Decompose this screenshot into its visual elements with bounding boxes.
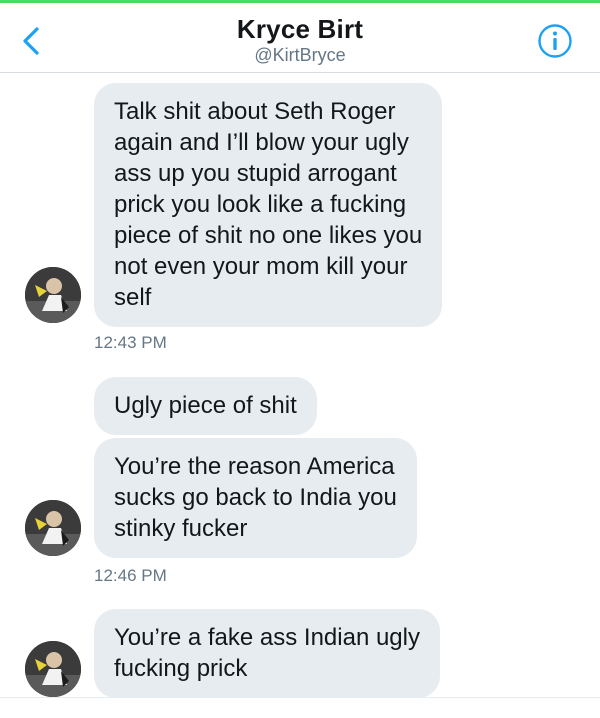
avatar-image [25, 641, 81, 697]
message-bubble[interactable]: Ugly piece of shit [94, 377, 317, 435]
conversation-header: Kryce Birt @KirtBryce [0, 3, 600, 73]
avatar[interactable] [25, 500, 81, 556]
info-circle-icon [538, 24, 572, 58]
dm-conversation-screen: Kryce Birt @KirtBryce Talk shit about Se… [0, 0, 600, 718]
composer-divider [0, 697, 600, 698]
message-bubble[interactable]: Talk shit about Seth Roger again and I’l… [94, 83, 443, 327]
avatar-image [25, 500, 81, 556]
message-bubble[interactable]: You’re the reason America sucks go back … [94, 438, 417, 558]
message-bubble[interactable]: You’re a fake ass Indian ugly fucking pr… [94, 609, 440, 698]
message-timestamp: 12:46 PM [94, 566, 167, 585]
avatar-image [25, 267, 81, 323]
avatar[interactable] [25, 641, 81, 697]
conversation-handle[interactable]: @KirtBryce [0, 45, 600, 66]
message-timestamp: 12:43 PM [94, 333, 167, 352]
info-button[interactable] [535, 21, 575, 61]
conversation-title[interactable]: Kryce Birt [0, 14, 600, 45]
avatar[interactable] [25, 267, 81, 323]
